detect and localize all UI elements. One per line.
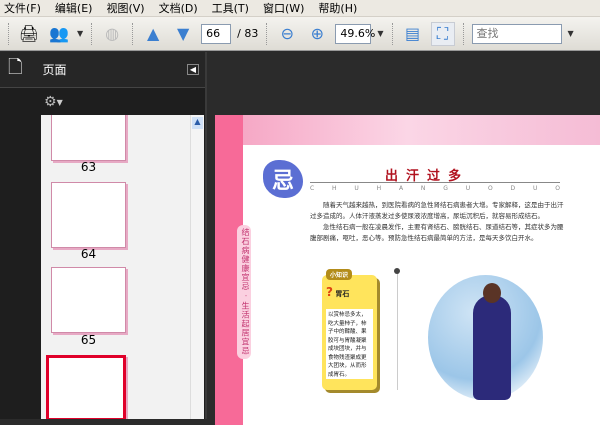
thumbnail-label: 63 — [80, 160, 97, 174]
gear-icon[interactable]: ⚙ — [44, 94, 57, 110]
menu-view[interactable]: 视图(V) — [106, 0, 144, 16]
figure-head — [483, 283, 501, 303]
tip-text: 以赏柿忌多太，吃大量柿子，柿子中的鞣酸、果胶可与胃酸凝聚成块团块，并与食物残渣聚… — [326, 309, 373, 379]
pinyin-letter: N — [420, 185, 426, 192]
tip-box: 小知识 ? 胃石 以赏柿忌多太，吃大量柿子，柿子中的鞣酸、果胶可与胃酸凝聚成块团… — [322, 269, 377, 390]
pinyin-letter: U — [354, 185, 359, 192]
thumbnail-65[interactable] — [51, 267, 126, 333]
pinyin-letter: H — [332, 185, 337, 192]
pinyin-letter: G — [443, 185, 448, 192]
zoom-in-icon[interactable]: ⊕ — [305, 22, 329, 46]
options-row: ⚙ ▼ — [38, 89, 205, 115]
pinyin-letter: O — [555, 185, 560, 192]
fit-width-icon[interactable]: ▤ — [401, 22, 425, 46]
thumbnail-66-selected[interactable] — [46, 355, 126, 419]
thumbnail-scrollbar[interactable]: ▲ — [190, 115, 204, 419]
chevron-down-icon[interactable]: ▼ — [568, 29, 574, 38]
header-band — [215, 115, 600, 145]
pinyin-letter: O — [487, 185, 493, 192]
pinyin-letter: D — [510, 185, 516, 192]
pages-panel: 🗋 页面 ◀ ⚙ ▼ 63 64 65 ▲ — [0, 52, 207, 419]
collaborate-icon: ◍ — [105, 24, 120, 43]
pinyin-letter: U — [465, 185, 471, 192]
thumbnail-list: 63 64 65 — [41, 115, 191, 419]
menu-document[interactable]: 文档(D) — [159, 0, 198, 16]
panel-title: 页面 — [42, 63, 67, 77]
pinyin-letter: C — [310, 185, 315, 192]
woman-photo — [428, 275, 543, 400]
collapse-panel-icon[interactable]: ◀ — [186, 64, 199, 75]
search-input[interactable] — [471, 23, 562, 44]
title-rule — [310, 182, 560, 183]
separator — [462, 22, 464, 45]
document-view[interactable]: 结石病健康宜忌 · 生活起居宜忌 忌 出汗过多 CHUHANGUODUO 随着天… — [209, 52, 600, 425]
share-icon[interactable]: 👥 — [47, 22, 71, 46]
separator — [91, 22, 93, 45]
pinyin-letter: H — [376, 185, 382, 192]
chevron-down-icon[interactable]: ▼ — [377, 29, 383, 38]
scroll-up-icon[interactable]: ▲ — [192, 117, 203, 129]
pinyin-row: CHUHANGUODUO — [310, 185, 560, 192]
chevron-down-icon[interactable]: ▼ — [57, 98, 63, 107]
paragraph: 随着天气越来越热，到医院看病的急性肾结石病患者大增。专家解释，这是由于出汗过多造… — [310, 201, 564, 220]
pages-icon: 🗋 — [8, 56, 23, 78]
menu-tools[interactable]: 工具(T) — [212, 0, 249, 16]
divider — [397, 270, 398, 390]
previous-page-icon[interactable]: ▲ — [141, 22, 165, 46]
page-total: / 83 — [237, 27, 259, 40]
chevron-down-icon[interactable]: ▼ — [77, 29, 83, 38]
thumbnail-label: 65 — [80, 333, 97, 347]
panel-header: 🗋 页面 ◀ — [0, 52, 205, 88]
tip-heading: ? 胃石 — [326, 285, 349, 299]
thumbnail-label: 64 — [80, 247, 97, 261]
separator — [391, 22, 393, 45]
separator — [132, 22, 134, 45]
pinyin-letter: U — [532, 185, 538, 192]
fit-page-icon[interactable]: ⛶ — [430, 21, 455, 46]
page-number-input[interactable]: 66 — [201, 23, 232, 44]
article-body: 随着天气越来越热，到医院看病的急性肾结石病患者大增。专家解释，这是由于出汗过多造… — [310, 200, 565, 244]
question-icon: ? — [326, 285, 333, 299]
thumbnail-63[interactable] — [51, 115, 126, 161]
menu-window[interactable]: 窗口(W) — [263, 0, 304, 16]
tip-label: 小知识 — [326, 269, 353, 280]
zoom-out-icon[interactable]: ⊖ — [275, 22, 299, 46]
pinyin-letter: A — [398, 185, 404, 192]
divider-dot — [394, 268, 400, 274]
menu-file[interactable]: 文件(F) — [4, 0, 41, 16]
separator — [266, 22, 268, 45]
next-page-icon[interactable]: ▼ — [171, 22, 195, 46]
paragraph: 急性结石病一般在凌晨发作，主要有肾结石、膀胱结石、尿道结石等，其症状多为腰腹部剧… — [310, 223, 564, 242]
thumbnail-64[interactable] — [51, 182, 126, 248]
toolbar: 🖨 👥▼ ◍ ▲ ▼ 66 / 83 ⊖ ⊕ 49.6%▼ ▤ ⛶ ▼ — [0, 17, 600, 51]
separator — [8, 22, 9, 45]
side-caption: 结石病健康宜忌 · 生活起居宜忌 — [237, 225, 251, 359]
pdf-page: 结石病健康宜忌 · 生活起居宜忌 忌 出汗过多 CHUHANGUODUO 随着天… — [215, 115, 600, 425]
menu-bar: 文件(F) 编辑(E) 视图(V) 文档(D) 工具(T) 窗口(W) 帮助(H… — [0, 0, 600, 17]
print-icon[interactable]: 🖨 — [17, 22, 41, 46]
zoom-input[interactable]: 49.6% — [335, 23, 375, 44]
menu-help[interactable]: 帮助(H) — [318, 0, 357, 16]
menu-edit[interactable]: 编辑(E) — [55, 0, 93, 16]
tip-title: 胃石 — [335, 290, 350, 298]
figure — [473, 295, 511, 400]
